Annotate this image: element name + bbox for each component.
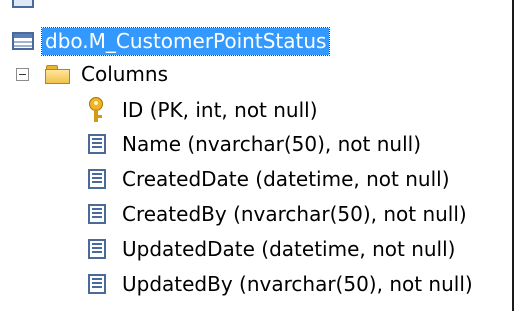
tree-node-column[interactable]: UpdatedDate (datetime, not null)	[88, 233, 455, 265]
table-name-label: dbo.M_CustomerPointStatus	[40, 26, 331, 56]
tree-node-table[interactable]: dbo.M_CustomerPointStatus	[12, 25, 331, 57]
panel-border	[512, 0, 514, 311]
previous-tree-item-partial	[0, 0, 512, 12]
tree-node-column[interactable]: ID (PK, int, not null)	[88, 94, 318, 126]
column-icon	[88, 274, 106, 294]
tree-node-column[interactable]: UpdatedBy (nvarchar(50), not null)	[88, 268, 473, 300]
tree-node-column[interactable]: Name (nvarchar(50), not null)	[88, 128, 421, 160]
table-icon	[12, 32, 34, 50]
column-icon	[88, 239, 106, 259]
column-label: CreatedBy (nvarchar(50), not null)	[122, 202, 467, 226]
column-label: ID (PK, int, not null)	[122, 98, 318, 122]
tree-node-column[interactable]: CreatedBy (nvarchar(50), not null)	[88, 198, 467, 230]
column-icon	[88, 204, 106, 224]
folder-icon	[45, 64, 71, 84]
collapse-toggle-icon[interactable]	[16, 67, 29, 81]
primary-key-icon	[88, 97, 106, 123]
table-icon	[12, 0, 34, 8]
column-label: CreatedDate (datetime, not null)	[122, 167, 450, 191]
column-icon	[88, 134, 106, 154]
column-label: UpdatedBy (nvarchar(50), not null)	[122, 272, 473, 296]
columns-folder-label: Columns	[81, 62, 169, 86]
column-label: Name (nvarchar(50), not null)	[122, 132, 422, 156]
tree-node-columns-folder[interactable]: Columns	[16, 58, 168, 90]
column-icon	[88, 169, 106, 189]
column-label: UpdatedDate (datetime, not null)	[122, 237, 456, 261]
tree-node-column[interactable]: CreatedDate (datetime, not null)	[88, 163, 450, 195]
